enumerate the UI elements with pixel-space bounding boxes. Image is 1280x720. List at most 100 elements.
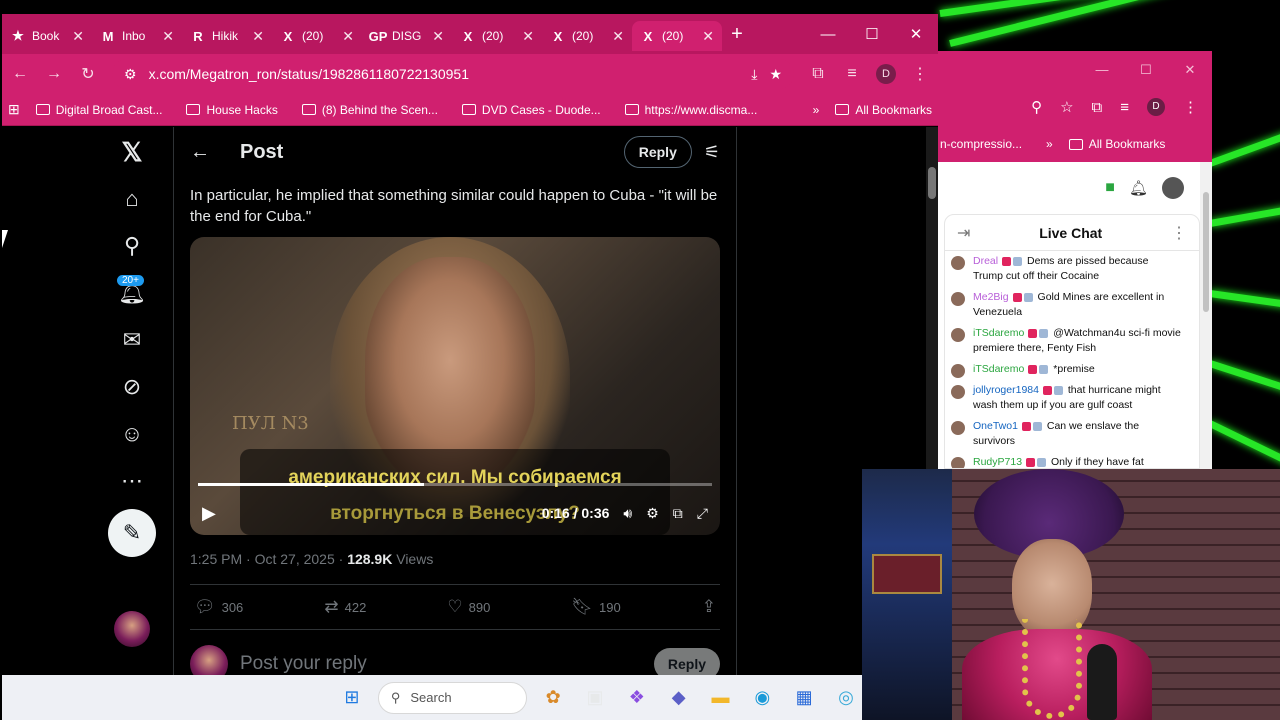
minimize-icon[interactable]: —	[806, 14, 850, 54]
tab-5[interactable]: X (20) ✕	[452, 21, 542, 51]
bookmark-item[interactable]: (8) Behind the Scen...	[301, 103, 438, 117]
maximize-icon[interactable]: ☐	[1124, 51, 1168, 88]
volume-icon[interactable]: 🔊︎	[623, 505, 632, 522]
bookmarks-more-icon[interactable]: »	[1046, 137, 1053, 151]
back-icon[interactable]: ←	[10, 65, 30, 83]
channel-avatar[interactable]	[1162, 177, 1184, 199]
more-icon[interactable]: ⋯	[107, 461, 157, 501]
store-icon[interactable]: ▦	[788, 682, 820, 714]
menu-icon[interactable]: ⋮	[910, 64, 930, 84]
play-icon[interactable]: ▶	[202, 503, 216, 524]
profile-avatar[interactable]: D	[876, 64, 896, 84]
profile-icon[interactable]: ☺	[107, 414, 157, 454]
bookmark-partial[interactable]: n-compressio...	[940, 137, 1022, 151]
tab-close-icon[interactable]: ✕	[252, 28, 264, 45]
tab-2[interactable]: R Hikik ✕	[182, 21, 272, 51]
tab-close-icon[interactable]: ✕	[702, 28, 714, 45]
scrollbar-thumb[interactable]	[928, 167, 936, 199]
bookmarks-more-icon[interactable]: »	[813, 103, 820, 117]
tab-6[interactable]: X (20) ✕	[542, 21, 632, 51]
go-live-icon[interactable]: ■	[1105, 179, 1115, 197]
reply-input[interactable]: Post your reply	[240, 653, 642, 675]
address-bar[interactable]: ⚙ x.com/Megatron_ron/status/198286118072…	[112, 59, 794, 89]
teams-icon[interactable]: ◆	[663, 682, 695, 714]
forward-icon[interactable]: →	[44, 65, 64, 83]
post-timestamp[interactable]: 1:25 PM · Oct 27, 2025 ·	[190, 551, 347, 567]
widgets-icon[interactable]: ✿	[537, 682, 569, 714]
all-bookmarks[interactable]: All Bookmarks	[1068, 137, 1165, 151]
tab-close-icon[interactable]: ✕	[162, 28, 174, 45]
explore-icon[interactable]: ⚲	[107, 226, 157, 266]
collapse-chat-icon[interactable]: ⇥	[957, 223, 970, 243]
bookmark-star-icon[interactable]: ★	[769, 66, 782, 83]
bookmark-item[interactable]: DVD Cases - Duode...	[461, 103, 601, 117]
bookmark-star-icon[interactable]: ☆	[1060, 98, 1073, 116]
menu-icon[interactable]: ⋮	[1183, 98, 1198, 116]
tab-0[interactable]: ★ Book ✕	[2, 21, 92, 51]
reply-action[interactable]: 💬︎ 306	[194, 597, 243, 617]
profile-avatar[interactable]: D	[1147, 98, 1165, 116]
reload-icon[interactable]: ↻	[78, 64, 98, 84]
file-explorer-icon[interactable]: ▬	[705, 682, 737, 714]
messages-icon[interactable]: ✉	[107, 320, 157, 360]
site-info-icon[interactable]: ⚙	[124, 66, 137, 83]
tab-7[interactable]: X (20) ✕	[632, 21, 722, 51]
close-icon[interactable]: ✕	[1168, 51, 1212, 88]
settings-icon[interactable]: ⚙	[646, 505, 659, 522]
tab-close-icon[interactable]: ✕	[72, 28, 84, 45]
maximize-icon[interactable]: ☐	[850, 14, 894, 54]
tab-close-icon[interactable]: ✕	[342, 28, 354, 45]
video-progress-bar[interactable]	[198, 483, 712, 486]
tab-close-icon[interactable]: ✕	[432, 28, 444, 45]
close-icon[interactable]: ✕	[894, 14, 938, 54]
tab-close-icon[interactable]: ✕	[612, 28, 624, 45]
minimize-icon[interactable]: —	[1080, 51, 1124, 88]
copilot-icon[interactable]: ❖	[621, 682, 653, 714]
chat-options-icon[interactable]: ⋮	[1171, 223, 1187, 243]
grok-icon[interactable]: ⊘	[107, 367, 157, 407]
chatter-name[interactable]: iTSdaremo	[973, 327, 1024, 339]
repost-action[interactable]: ⇄ 422	[324, 597, 366, 617]
task-view-icon[interactable]: ▣	[579, 682, 611, 714]
apps-icon[interactable]: ⊞	[8, 101, 20, 118]
chatter-name[interactable]: jollyroger1984	[973, 384, 1039, 396]
media-icon[interactable]: ≡	[1120, 99, 1129, 116]
scrollbar-thumb[interactable]	[1203, 192, 1209, 312]
reply-submit-button[interactable]: Reply	[653, 648, 720, 675]
bookmark-action[interactable]: 🔖︎ 190	[571, 597, 620, 617]
settings-sliders-icon[interactable]: ⚟	[704, 142, 720, 163]
extensions-icon[interactable]: ⧉	[1092, 99, 1103, 116]
notifications-icon[interactable]: 🔔︎ 20+	[107, 273, 157, 313]
chatter-name[interactable]: OneTwo1	[973, 420, 1018, 432]
search-icon[interactable]: ⚲	[1031, 98, 1042, 116]
x-logo-icon[interactable]: 𝕏	[107, 132, 157, 172]
bookmark-item[interactable]: Digital Broad Cast...	[35, 103, 162, 117]
home-icon[interactable]: ⌂	[107, 179, 157, 219]
tab-close-icon[interactable]: ✕	[522, 28, 534, 45]
app-icon[interactable]: ◎	[830, 682, 862, 714]
account-avatar[interactable]	[107, 609, 157, 649]
chatter-name[interactable]: Dreal	[973, 255, 998, 267]
windows-start-icon[interactable]: ⊞	[336, 682, 368, 714]
extensions-icon[interactable]: ⧉	[808, 65, 828, 83]
fullscreen-icon[interactable]: ⤢	[697, 505, 708, 522]
video-player[interactable]: ПУЛ N3 американских сил. Мы собираемся в…	[190, 237, 720, 535]
tab-4[interactable]: GP DISG ✕	[362, 21, 452, 51]
notifications-icon[interactable]: 🔔︎	[1129, 179, 1148, 197]
install-icon[interactable]: ⤓	[751, 66, 757, 83]
media-icon[interactable]: ≡	[842, 65, 862, 83]
edge-icon[interactable]: ◉	[746, 682, 778, 714]
chatter-name[interactable]: iTSdaremo	[973, 363, 1024, 375]
chatter-name[interactable]: RudyP713	[973, 456, 1022, 468]
pip-icon[interactable]: ⧉	[673, 505, 683, 522]
tab-3[interactable]: X (20) ✕	[272, 21, 362, 51]
all-bookmarks[interactable]: All Bookmarks	[835, 103, 932, 117]
compose-post-button[interactable]: ✎	[108, 509, 156, 557]
share-action[interactable]: ⇪	[702, 597, 716, 617]
bookmark-item[interactable]: House Hacks	[186, 103, 278, 117]
taskbar-search[interactable]: ⚲ Search	[377, 681, 528, 714]
chatter-name[interactable]: Me2Big	[973, 291, 1009, 303]
second-scrollbar[interactable]	[1200, 162, 1212, 469]
bookmark-item[interactable]: https://www.discma...	[624, 103, 757, 117]
reply-header-button[interactable]: Reply	[623, 136, 692, 168]
